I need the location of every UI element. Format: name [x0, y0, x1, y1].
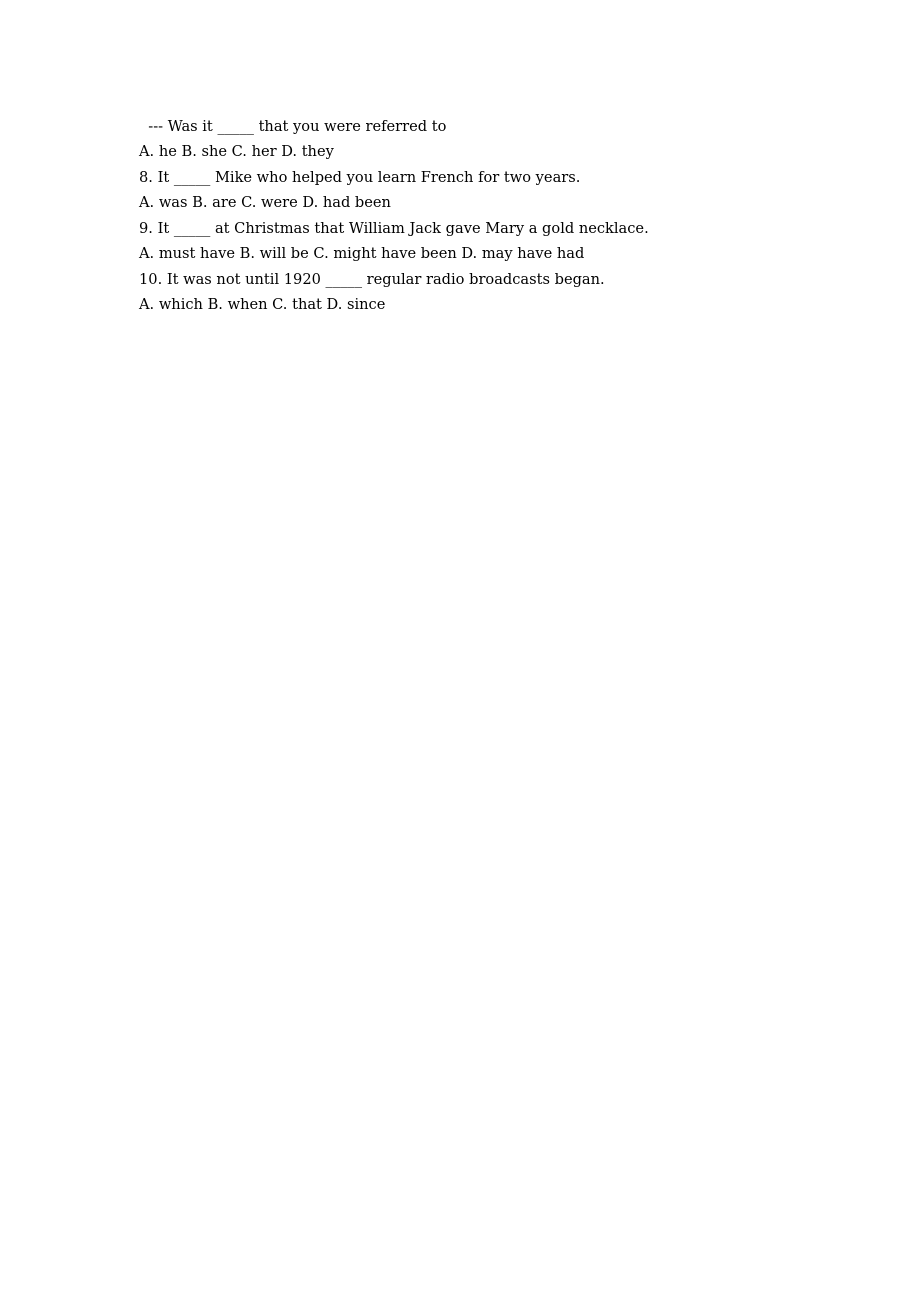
question-10-options: A. which B. when C. that D. since — [139, 296, 386, 313]
question-9-options: A. must have B. will be C. might have be… — [139, 245, 585, 262]
question-8-stem: 8. It _____ Mike who helped you learn Fr… — [139, 169, 581, 186]
question-7-dialogue-line: --- Was it _____ that you were referred … — [139, 118, 447, 135]
question-10-stem: 10. It was not until 1920 _____ regular … — [139, 271, 605, 288]
document-page: --- Was it _____ that you were referred … — [0, 0, 920, 1302]
question-7-options: A. he B. she C. her D. they — [139, 143, 334, 160]
question-8-options: A. was B. are C. were D. had been — [139, 194, 391, 211]
question-9-stem: 9. It _____ at Christmas that William Ja… — [139, 220, 649, 237]
